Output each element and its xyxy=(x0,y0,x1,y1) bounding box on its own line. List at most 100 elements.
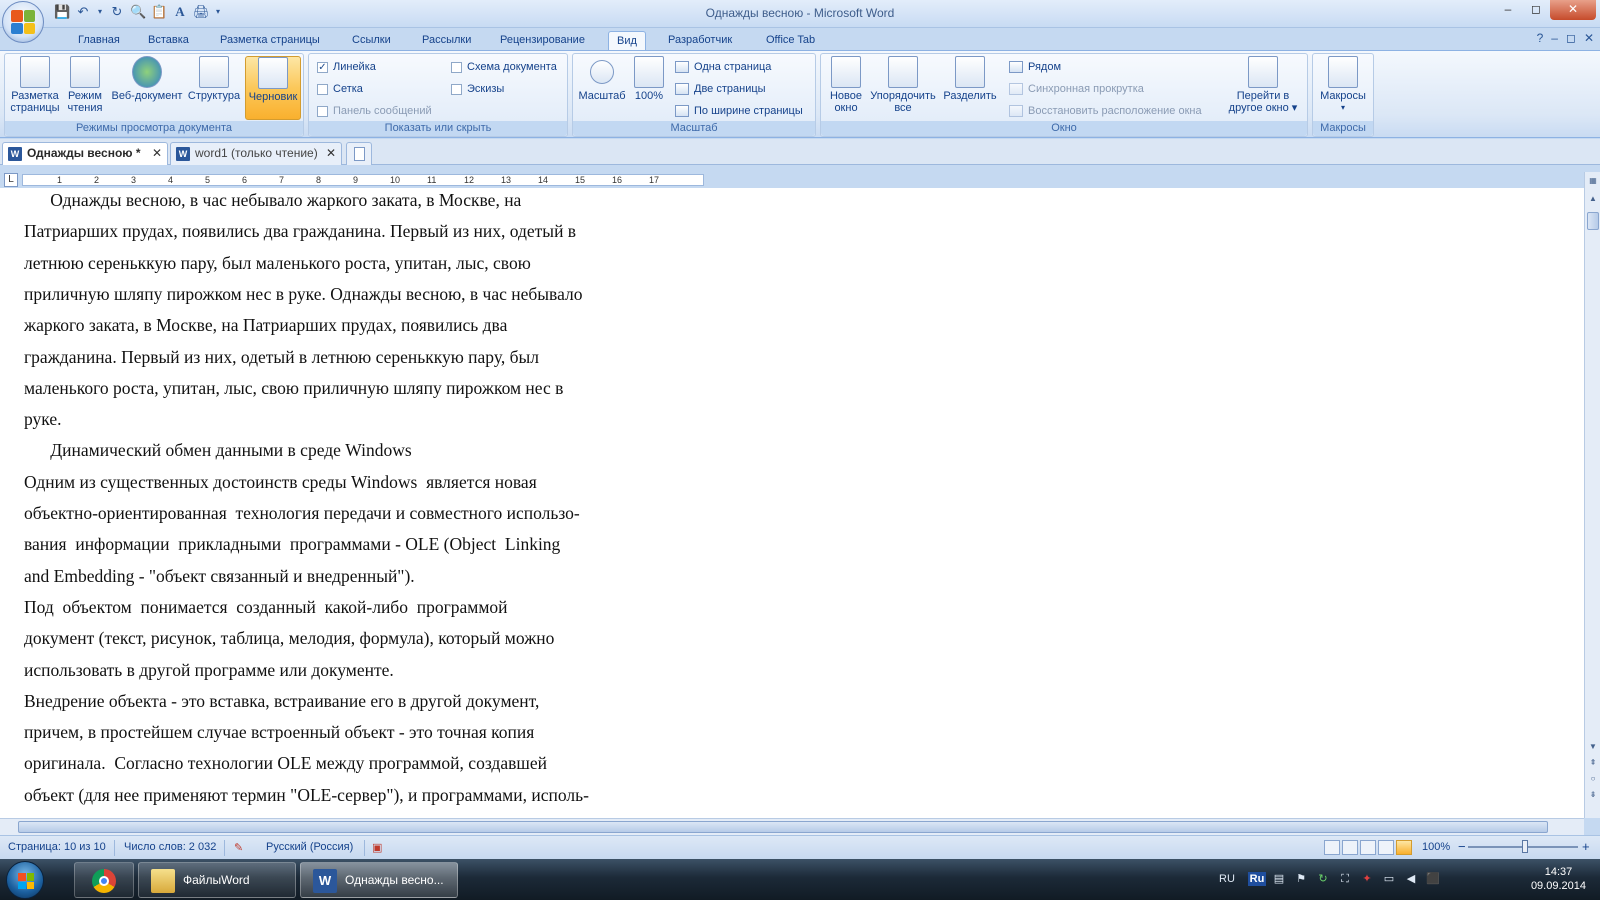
group-label-zoom: Масштаб xyxy=(573,121,815,136)
document-body[interactable]: Однажды весною, в час небывало жаркого з… xyxy=(0,188,1584,818)
vertical-scroll-thumb[interactable] xyxy=(1587,212,1599,230)
outline-view-icon[interactable] xyxy=(1378,840,1394,855)
keyboard-layout-icon[interactable]: Ru xyxy=(1248,872,1266,886)
doc-close-icon[interactable]: ✕ xyxy=(1584,31,1594,45)
system-clock[interactable]: 14:37 09.09.2014 xyxy=(1531,865,1586,893)
tab-review[interactable]: Рецензирование xyxy=(492,31,593,50)
group-macros: Макросы ▾ Макросы xyxy=(1312,53,1374,137)
action-center-flag-icon[interactable]: ⚑ xyxy=(1294,872,1308,886)
switch-windows-button[interactable]: Перейти в другое окно ▾ xyxy=(1221,56,1305,120)
two-pages-button[interactable]: Две страницы xyxy=(675,80,766,98)
doc-tab-close-icon[interactable]: ✕ xyxy=(326,143,336,164)
horizontal-scroll-thumb[interactable] xyxy=(18,821,1548,833)
split-button[interactable]: Разделить xyxy=(941,56,999,120)
document-line: Динамический обмен данными в среде Windo… xyxy=(24,440,412,461)
reading-view-icon[interactable] xyxy=(1342,840,1358,855)
sync-scroll-button: Синхронная прокрутка xyxy=(1009,80,1144,98)
macros-button[interactable]: Макросы ▾ xyxy=(1315,56,1371,120)
print-layout-button[interactable]: Разметка страницы xyxy=(7,56,63,120)
browse-object-icon[interactable]: ○ xyxy=(1586,772,1600,786)
draft-button[interactable]: Черновик xyxy=(245,56,301,120)
page-100-icon xyxy=(634,56,664,88)
close-button[interactable]: ✕ xyxy=(1550,0,1596,20)
reading-mode-button[interactable]: Режим чтения xyxy=(63,56,107,120)
previous-page-icon[interactable]: ⇞ xyxy=(1586,756,1600,770)
office-button[interactable] xyxy=(2,1,44,43)
chrome-taskbar-button[interactable] xyxy=(74,862,134,898)
group-document-views: Разметка страницы Режим чтения Веб-докум… xyxy=(4,53,304,137)
printer-tray-icon[interactable]: ▤ xyxy=(1272,872,1286,886)
scroll-down-arrow[interactable]: ▼ xyxy=(1586,740,1600,754)
language-bar[interactable]: RU xyxy=(1216,872,1238,886)
notification-tray-icon[interactable]: ⬛ xyxy=(1426,872,1440,886)
document-line: Одним из существенных достоинств среды W… xyxy=(24,471,537,492)
document-map-checkbox[interactable]: Схема документа xyxy=(451,58,557,76)
scroll-up-arrow[interactable]: ▲ xyxy=(1586,192,1600,206)
new-doc-tab-button[interactable] xyxy=(346,142,372,165)
minimize-button[interactable]: – xyxy=(1494,0,1522,20)
volume-tray-icon[interactable]: ◀ xyxy=(1404,872,1418,886)
thumbnails-checkbox[interactable]: Эскизы xyxy=(451,80,504,98)
doc-tab-word1[interactable]: W word1 (только чтение) ✕ xyxy=(170,142,342,165)
tab-page-layout[interactable]: Разметка страницы xyxy=(212,31,328,50)
horizontal-ruler[interactable]: 1 2 3 4 5 6 7 8 9 10 11 12 13 14 15 16 17 xyxy=(22,174,704,186)
tab-home[interactable]: Главная xyxy=(70,31,128,50)
ruler-toggle-icon[interactable]: ▦ xyxy=(1586,174,1600,188)
tab-insert[interactable]: Вставка xyxy=(140,31,197,50)
zoom-level[interactable]: 100% xyxy=(1422,841,1450,853)
web-globe-icon xyxy=(132,56,162,88)
help-icon[interactable]: ? xyxy=(1537,31,1544,45)
zoom-in-button[interactable]: + xyxy=(1582,839,1590,854)
document-line: Однажды весною, в час небывало жаркого з… xyxy=(24,190,522,210)
word-count[interactable]: Число слов: 2 032 xyxy=(124,841,216,853)
web-view-icon[interactable] xyxy=(1360,840,1376,855)
vertical-scrollbar[interactable]: ▦ ▲ ▼ ⇞ ○ ⇟ xyxy=(1584,172,1600,818)
one-page-button[interactable]: Одна страница xyxy=(675,58,771,76)
page-width-icon xyxy=(675,105,689,117)
proofing-icon[interactable]: ✎ xyxy=(234,841,243,854)
usb-tray-icon[interactable]: ⛶ xyxy=(1338,872,1352,886)
acrobat-tray-icon[interactable]: ✦ xyxy=(1360,872,1374,886)
page-width-button[interactable]: По ширине страницы xyxy=(675,102,803,120)
zoom-out-button[interactable]: − xyxy=(1458,839,1466,854)
sync-scroll-icon xyxy=(1009,83,1023,95)
tab-selector[interactable]: L xyxy=(4,173,18,187)
tab-office-tab[interactable]: Office Tab xyxy=(758,31,823,50)
document-line: приличную шляпу пирожком нес в руке. Одн… xyxy=(24,283,583,304)
new-window-button[interactable]: Новое окно xyxy=(823,56,869,120)
zoom-button[interactable]: Масштаб xyxy=(577,56,627,120)
tab-references[interactable]: Ссылки xyxy=(344,31,399,50)
tab-mailings[interactable]: Рассылки xyxy=(414,31,479,50)
doc-tab-close-icon[interactable]: ✕ xyxy=(152,143,162,164)
start-button[interactable] xyxy=(6,861,44,899)
taskbar-window-files[interactable]: ФайлыWord xyxy=(138,862,296,898)
taskbar-window-word[interactable]: W Однажды весно... xyxy=(300,862,458,898)
doc-tab-current[interactable]: W Однажды весною * ✕ xyxy=(2,142,168,165)
web-layout-button[interactable]: Веб-документ xyxy=(109,56,185,120)
network-tray-icon[interactable]: ▭ xyxy=(1382,872,1396,886)
next-page-icon[interactable]: ⇟ xyxy=(1586,788,1600,802)
arrange-all-button[interactable]: Упорядочить все xyxy=(869,56,937,120)
zoom-slider-thumb[interactable] xyxy=(1522,840,1528,853)
ruler-checkbox[interactable]: ✓ Линейка xyxy=(317,58,376,76)
horizontal-scrollbar[interactable] xyxy=(0,818,1584,835)
doc-minimize-icon[interactable]: – xyxy=(1551,31,1558,45)
doc-restore-icon[interactable]: ◻ xyxy=(1566,31,1576,45)
page-count[interactable]: Страница: 10 из 10 xyxy=(8,841,106,853)
side-by-side-button[interactable]: Рядом xyxy=(1009,58,1061,76)
print-layout-view-icon[interactable] xyxy=(1324,840,1340,855)
zoom-100-button[interactable]: 100% xyxy=(629,56,669,120)
language-indicator[interactable]: Русский (Россия) xyxy=(266,841,353,853)
tab-view[interactable]: Вид xyxy=(608,31,646,50)
tab-developer[interactable]: Разработчик xyxy=(660,31,740,50)
reset-window-icon xyxy=(1009,105,1023,117)
macro-record-icon[interactable]: ▣ xyxy=(372,841,382,854)
sync-tray-icon[interactable]: ↻ xyxy=(1316,872,1330,886)
ruler-number: 13 xyxy=(501,175,512,185)
print-layout-icon xyxy=(20,56,50,88)
outline-button[interactable]: Структура xyxy=(185,56,243,120)
draft-view-icon[interactable] xyxy=(1396,840,1412,855)
chrome-icon xyxy=(92,869,116,893)
maximize-button[interactable]: ◻ xyxy=(1522,0,1550,20)
gridlines-checkbox[interactable]: Сетка xyxy=(317,80,363,98)
